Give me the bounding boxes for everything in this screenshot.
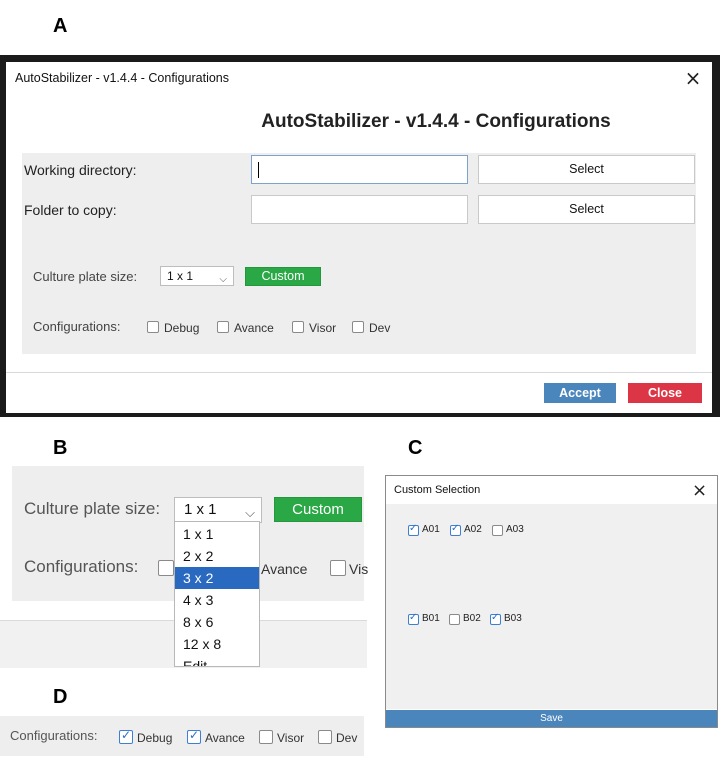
panel-label-c: C	[408, 437, 423, 459]
checkbox-label: B01	[422, 613, 440, 624]
dropdown-option[interactable]: 1 x 1	[175, 523, 259, 545]
configurations-window: AutoStabilizer - v1.4.4 - Configurations…	[6, 62, 712, 413]
checkbox-box[interactable]	[492, 525, 503, 536]
footer-divider	[6, 372, 712, 373]
checkbox-box[interactable]	[292, 321, 304, 333]
checkbox-label: Dev	[336, 731, 358, 745]
select-folder-to-copy-button[interactable]: Select	[478, 195, 695, 224]
checkbox-label: Debug	[164, 321, 200, 335]
window-title: Custom Selection	[394, 484, 481, 496]
checkbox-avance-label: Avance	[261, 561, 308, 577]
window-title: AutoStabilizer - v1.4.4 - Configurations	[15, 71, 229, 85]
culture-plate-size-value: 1 x 1	[184, 501, 217, 518]
checkmark-icon: ✓	[491, 612, 500, 623]
working-directory-label: Working directory:	[24, 162, 137, 178]
checkbox-visor-label: Vis	[349, 561, 369, 577]
dropdown-option[interactable]: Edit	[175, 655, 259, 666]
culture-plate-size-value: 1 x 1	[167, 269, 194, 283]
configurations-bar: Configurations: ✓ Debug ✓ Avance Visor D…	[0, 716, 364, 756]
custom-button[interactable]: Custom	[245, 267, 321, 286]
checkbox-label: Visor	[277, 731, 305, 745]
settings-form: Working directory: Select Folder to copy…	[22, 153, 696, 354]
accept-button[interactable]: Accept	[544, 383, 616, 403]
page-title: AutoStabilizer - v1.4.4 - Configurations	[261, 111, 611, 132]
checkmark-icon: ✓	[409, 523, 418, 534]
dropdown-option-highlighted[interactable]: 3 x 2	[175, 567, 259, 589]
checkbox-label: A02	[464, 524, 482, 535]
checkmark-icon: ✓	[451, 523, 460, 534]
text-caret	[258, 162, 259, 178]
configurations-label: Configurations:	[24, 557, 139, 576]
well-grid: ✓ A01 ✓ A02 A03 ✓ B01 B02 ✓ B03	[386, 504, 717, 709]
checkbox-label: B03	[504, 613, 522, 624]
checkbox-box[interactable]	[259, 730, 273, 744]
checkbox-box[interactable]: ✓	[187, 728, 201, 744]
configurations-label: Configurations:	[10, 728, 98, 743]
checkbox-label: A01	[422, 524, 440, 535]
checkbox-box[interactable]: ✓	[119, 728, 133, 744]
checkbox-box[interactable]: ✓	[490, 612, 501, 625]
checkbox-box[interactable]: ✓	[408, 612, 419, 625]
checkbox-box[interactable]	[318, 730, 332, 744]
dropdown-option[interactable]: 12 x 8	[175, 633, 259, 655]
checkbox-box[interactable]	[217, 321, 229, 333]
culture-plate-size-select[interactable]: 1 x 1 ⌵	[160, 266, 234, 286]
dropdown-option[interactable]: 2 x 2	[175, 545, 259, 567]
checkbox-box[interactable]: ✓	[408, 523, 419, 536]
panel-label-a: A	[53, 15, 68, 37]
checkbox-box[interactable]	[449, 614, 460, 625]
checkbox-label: Avance	[205, 731, 245, 745]
culture-plate-size-label: Culture plate size:	[33, 269, 138, 284]
checkmark-icon: ✓	[189, 728, 200, 742]
configurations-label: Configurations:	[33, 319, 121, 334]
working-directory-input[interactable]	[251, 155, 468, 184]
dropdown-option[interactable]: 4 x 3	[175, 589, 259, 611]
folder-to-copy-input[interactable]	[251, 195, 468, 224]
checkbox-label: A03	[506, 524, 524, 535]
window-titlebar[interactable]: AutoStabilizer - v1.4.4 - Configurations…	[6, 62, 712, 94]
checkbox-box[interactable]	[147, 321, 159, 333]
checkbox-label: Visor	[309, 321, 337, 335]
panel-label-d: D	[53, 686, 68, 708]
checkmark-icon: ✓	[409, 612, 418, 623]
checkbox-label: B02	[463, 613, 481, 624]
culture-plate-size-label: Culture plate size:	[24, 499, 161, 518]
checkbox-box[interactable]: ✓	[450, 523, 461, 536]
checkbox-box[interactable]	[352, 321, 364, 333]
checkbox-visor[interactable]	[330, 560, 346, 576]
checkbox-label: Dev	[369, 321, 391, 335]
panel-label-b: B	[53, 437, 68, 459]
checkbox-label: Avance	[234, 321, 274, 335]
checkbox-label: Debug	[137, 731, 173, 745]
culture-plate-size-select[interactable]: 1 x 1 ⌵	[174, 497, 262, 523]
select-working-directory-button[interactable]: Select	[478, 155, 695, 184]
checkbox-debug[interactable]	[158, 560, 174, 576]
close-icon[interactable]: ×	[683, 66, 703, 90]
chevron-down-icon: ⌵	[219, 274, 227, 285]
close-icon[interactable]: ×	[692, 480, 707, 501]
dropdown-option[interactable]: 8 x 6	[175, 611, 259, 633]
close-button[interactable]: Close	[628, 383, 702, 403]
custom-selection-window: Custom Selection × ✓ A01 ✓ A02 A03 ✓ B01…	[385, 475, 718, 728]
folder-to-copy-label: Folder to copy:	[24, 202, 117, 218]
culture-plate-size-dropdown[interactable]: 1 x 1 2 x 2 3 x 2 4 x 3 8 x 6 12 x 8 Edi…	[174, 521, 260, 667]
save-button[interactable]: Save	[386, 710, 717, 727]
custom-button[interactable]: Custom	[274, 497, 362, 522]
checkmark-icon: ✓	[121, 728, 132, 742]
